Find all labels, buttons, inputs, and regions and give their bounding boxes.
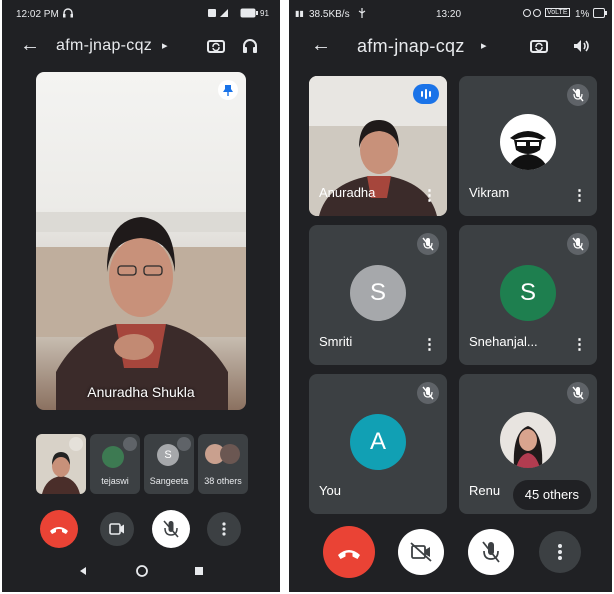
hacker-avatar-icon xyxy=(508,131,548,170)
others-count-button[interactable]: 45 others xyxy=(512,480,591,510)
avatar: S xyxy=(157,444,179,466)
nav-recents-icon[interactable] xyxy=(194,566,204,576)
mic-off-icon xyxy=(567,84,589,106)
tile-more-options-icon[interactable]: ⋮ xyxy=(572,337,587,352)
participant-tile[interactable]: Renu 45 others xyxy=(459,374,597,514)
participant-name: Anuradha xyxy=(319,185,376,200)
avatar xyxy=(500,114,556,170)
alarm-icon xyxy=(523,8,543,18)
mic-off-icon xyxy=(567,382,589,404)
app-bar: ← afm-jnap-cqz ▸ xyxy=(2,28,280,64)
thumbnail-label: tejaswi xyxy=(101,476,129,486)
thumbnail-self-video[interactable] xyxy=(36,434,86,494)
status-time: 13:20 xyxy=(436,9,462,20)
end-call-button[interactable] xyxy=(40,510,78,548)
speaker-name: Anuradha Shukla xyxy=(87,384,195,400)
speaking-indicator-icon xyxy=(413,84,439,104)
microphone-button[interactable] xyxy=(152,510,190,548)
hangup-icon xyxy=(338,550,360,559)
main-speaker-video[interactable]: Anuradha Shukla xyxy=(36,72,246,410)
headset-status-icon xyxy=(62,7,74,19)
back-arrow-icon[interactable]: ← xyxy=(311,34,331,57)
battery-icon xyxy=(240,8,258,18)
participant-name: Smriti xyxy=(319,334,353,349)
video-camera-off-icon xyxy=(410,542,432,562)
mic-off-icon xyxy=(69,437,83,451)
switch-camera-icon[interactable] xyxy=(206,36,226,56)
end-call-button[interactable] xyxy=(323,526,375,578)
pin-icon[interactable] xyxy=(218,80,238,100)
call-controls xyxy=(289,526,612,578)
right-phone-screen: ▮▮ 38.5KB/s 13:20 VoLTE 1% ← afm-jnap-cq… xyxy=(289,0,612,592)
mic-off-icon xyxy=(417,382,439,404)
signal-icon xyxy=(208,8,236,18)
participant-tile[interactable]: S Smriti ⋮ xyxy=(309,225,447,365)
participant-tile[interactable]: S Snehanjal... ⋮ xyxy=(459,225,597,365)
mic-off-icon xyxy=(482,541,500,563)
tile-more-options-icon[interactable]: ⋮ xyxy=(422,337,437,352)
thumbnail-participant[interactable]: tejaswi xyxy=(90,434,140,494)
avatar: S xyxy=(350,265,406,321)
participant-name: Vikram xyxy=(469,185,510,200)
mic-off-icon xyxy=(567,233,589,255)
camera-button[interactable] xyxy=(100,512,134,546)
nav-home-icon[interactable] xyxy=(135,564,149,578)
system-nav-bar xyxy=(2,558,280,586)
avatar xyxy=(220,444,240,464)
more-vert-icon xyxy=(558,544,562,560)
status-time: 12:02 PM xyxy=(16,9,59,20)
more-vert-icon xyxy=(222,522,226,536)
microphone-button[interactable] xyxy=(468,529,514,575)
more-options-button[interactable] xyxy=(207,512,241,546)
network-speed: 38.5KB/s xyxy=(309,9,350,20)
avatar xyxy=(500,412,556,468)
app-bar: ← afm-jnap-cqz ▸ xyxy=(289,28,612,64)
usb-icon xyxy=(357,8,367,18)
hangup-icon xyxy=(50,527,68,534)
battery-level: 1% xyxy=(575,9,590,20)
camera-button[interactable] xyxy=(398,529,444,575)
caret-right-icon[interactable]: ▸ xyxy=(481,39,487,52)
participant-photo xyxy=(513,426,543,468)
participant-thumbnails: tejaswi S Sangeeta 38 others xyxy=(36,434,248,494)
meeting-code[interactable]: afm-jnap-cqz xyxy=(357,36,465,57)
participant-name: Renu xyxy=(469,483,501,498)
tile-more-options-icon[interactable]: ⋮ xyxy=(572,188,587,203)
caret-right-icon[interactable]: ▸ xyxy=(162,39,168,52)
audio-output-icon[interactable] xyxy=(240,36,260,56)
call-controls xyxy=(2,508,280,548)
participant-photo xyxy=(102,446,124,468)
mic-off-icon xyxy=(163,520,179,538)
mic-off-icon xyxy=(417,233,439,255)
speaker-figure xyxy=(36,212,246,410)
sim-signal-icon: ▮▮ xyxy=(295,9,304,18)
participant-tile[interactable]: Anuradha ⋮ xyxy=(309,76,447,216)
status-bar: ▮▮ 38.5KB/s 13:20 VoLTE 1% xyxy=(289,0,612,28)
mic-off-icon xyxy=(177,437,191,451)
video-camera-icon xyxy=(109,523,124,535)
thumbnail-label: Sangeeta xyxy=(149,476,189,486)
speaker-volume-icon[interactable] xyxy=(571,36,591,56)
avatar: S xyxy=(500,265,556,321)
switch-camera-icon[interactable] xyxy=(529,36,549,56)
others-count: 38 others xyxy=(204,476,242,486)
volte-badge: VoLTE xyxy=(545,8,570,17)
meeting-code[interactable]: afm-jnap-cqz xyxy=(56,37,152,55)
avatar: A xyxy=(350,414,406,470)
left-phone-screen: 12:02 PM 91 ← afm-jnap-cqz ▸ Anuradha Sh… xyxy=(2,0,280,592)
participant-tile[interactable]: Vikram ⋮ xyxy=(459,76,597,216)
thumbnail-others[interactable]: 38 others xyxy=(198,434,248,494)
participant-name: You xyxy=(319,483,341,498)
mic-off-icon xyxy=(123,437,137,451)
participant-name: Snehanjal... xyxy=(469,334,538,349)
more-options-button[interactable] xyxy=(539,531,581,573)
thumbnail-participant[interactable]: S Sangeeta xyxy=(144,434,194,494)
participant-tile-self[interactable]: A You xyxy=(309,374,447,514)
battery-level: 91 xyxy=(260,9,269,18)
battery-icon xyxy=(593,8,607,18)
status-bar: 12:02 PM 91 xyxy=(2,0,280,28)
back-arrow-icon[interactable]: ← xyxy=(20,34,40,57)
nav-back-icon[interactable] xyxy=(78,566,88,576)
tile-more-options-icon[interactable]: ⋮ xyxy=(422,188,437,203)
